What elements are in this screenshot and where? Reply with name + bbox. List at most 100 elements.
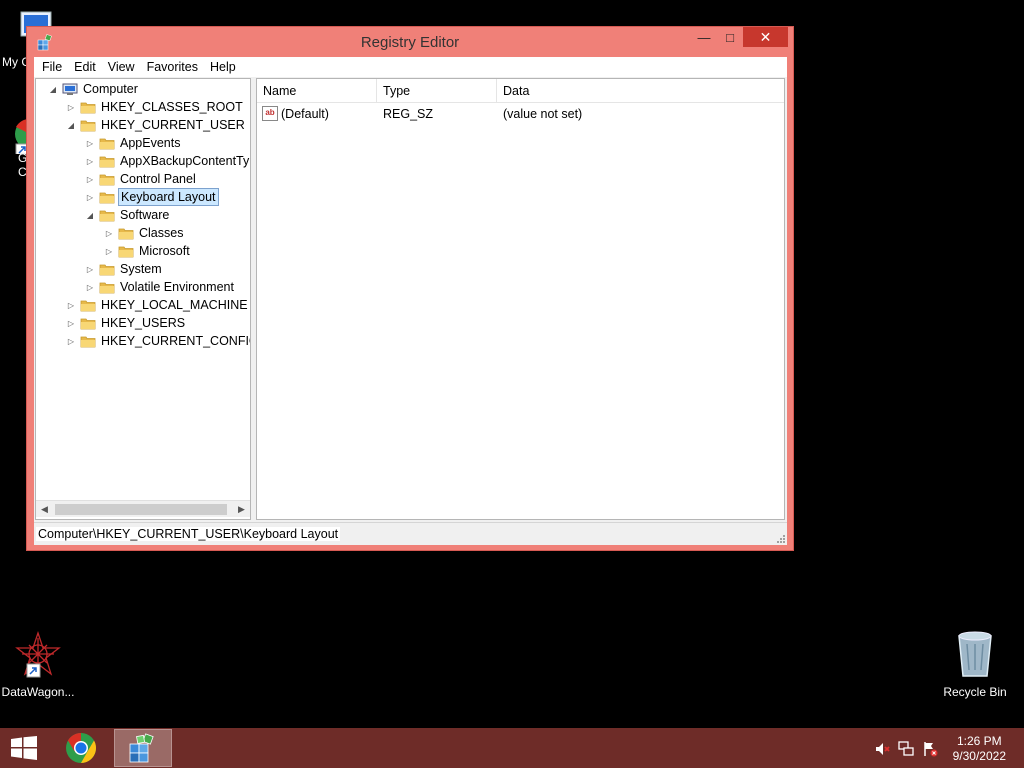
window-title: Registry Editor [360,34,460,51]
tree-node-label: AppEvents [120,136,181,150]
tree-node-label: Classes [139,226,184,240]
folder-icon [99,156,115,167]
expand-arrow-icon[interactable]: ▷ [66,319,76,328]
folder-icon [80,336,96,347]
expand-arrow-icon[interactable]: ▷ [104,247,114,256]
folder-icon [80,318,96,329]
folder-icon [80,120,96,131]
expand-arrow-icon[interactable]: ▷ [85,265,95,274]
tree-node[interactable]: ▷ HKEY_USERS [66,314,187,332]
taskbar-chrome-button[interactable] [52,729,110,767]
collapse-arrow-icon[interactable]: ◢ [48,85,58,94]
menu-view[interactable]: View [102,57,141,77]
minimize-button[interactable]: — [691,27,717,47]
scroll-left-arrow-icon[interactable]: ◀ [36,501,53,518]
folder-icon [118,228,134,239]
desktop-icon-label: DataWagon... [1,685,75,699]
expand-arrow-icon[interactable]: ▷ [85,157,95,166]
menu-edit[interactable]: Edit [68,57,102,77]
computer-icon [62,83,78,95]
tree-node[interactable]: ▷ Classes [104,224,185,242]
network-icon[interactable] [898,741,914,757]
tree-node[interactable]: ▷ AppXBackupContentTyp [85,152,251,170]
folder-icon [99,192,115,203]
scroll-right-arrow-icon[interactable]: ▶ [233,501,250,518]
close-button[interactable]: ✕ [743,27,788,47]
tree-node[interactable]: ▷ AppEvents [85,134,182,152]
action-center-flag-icon[interactable] [922,741,938,757]
menu-file[interactable]: File [36,57,68,77]
tree-node-label: Computer [83,82,138,96]
folder-icon [80,102,96,113]
tree-node[interactable]: ▷ HKEY_LOCAL_MACHINE [66,296,250,314]
folder-icon [99,210,115,221]
tree-node[interactable]: ▷ Control Panel [85,170,198,188]
tree-node[interactable]: ▷ HKEY_CLASSES_ROOT [66,98,245,116]
datawagon-icon [15,630,61,678]
tree-node[interactable]: ◢ Computer [48,80,140,98]
tree-node-label: HKEY_CLASSES_ROOT [101,100,243,114]
values-list[interactable]: Name Type Data ab (Default) REG_SZ (valu… [256,78,785,520]
desktop-icon-datawagon[interactable]: DataWagon... [0,630,76,699]
title-bar[interactable]: Registry Editor — □ ✕ [27,27,793,57]
menu-favorites[interactable]: Favorites [141,57,204,77]
tree-node-label: AppXBackupContentTyp [120,154,251,168]
resize-grip-icon[interactable] [775,533,785,543]
menu-bar: File Edit View Favorites Help [34,57,787,77]
tree-node-label: Microsoft [139,244,190,258]
expand-arrow-icon[interactable]: ▷ [85,283,95,292]
scrollbar-thumb[interactable] [55,504,227,515]
folder-icon [118,246,134,257]
tree-node-label: Software [120,208,170,222]
column-header-type[interactable]: Type [377,79,497,103]
taskbar: 1:26 PM 9/30/2022 [0,728,1024,768]
expand-arrow-icon[interactable]: ▷ [85,175,95,184]
folder-icon [80,300,96,311]
tree-node[interactable]: ◢ Software [85,206,171,224]
tree-node[interactable]: ▷ Keyboard Layout [85,188,219,206]
windows-start-icon[interactable] [10,736,38,760]
folder-icon [99,282,115,293]
status-bar: Computer\HKEY_CURRENT_USER\Keyboard Layo… [34,522,787,545]
expand-arrow-icon[interactable]: ▷ [66,301,76,310]
regedit-icon [129,733,154,763]
registry-editor-window: Registry Editor — □ ✕ File Edit View Fav… [26,26,794,551]
folder-icon [99,174,115,185]
registry-tree[interactable]: ◢ Computer ▷ HKEY_CLASSES_ROOT ◢ HKEY_CURRENT… [35,78,251,520]
tree-node-label: HKEY_LOCAL_MACHINE [101,298,248,312]
taskbar-clock[interactable]: 1:26 PM 9/30/2022 [953,734,1006,764]
chrome-icon [66,733,97,763]
maximize-button[interactable]: □ [717,27,743,47]
value-row[interactable]: ab (Default) REG_SZ (value not set) [257,104,784,124]
expand-arrow-icon[interactable]: ▷ [66,337,76,346]
tree-node[interactable]: ◢ HKEY_CURRENT_USER [66,116,247,134]
tree-node-label: System [120,262,162,276]
clock-date: 9/30/2022 [952,749,1006,763]
taskbar-regedit-button[interactable] [114,729,172,767]
collapse-arrow-icon[interactable]: ◢ [66,121,76,130]
tree-node-label: Keyboard Layout [118,188,219,206]
expand-arrow-icon[interactable]: ▷ [66,103,76,112]
tree-node[interactable]: ▷ HKEY_CURRENT_CONFIG [66,332,250,350]
tree-node[interactable]: ▷ System [85,260,164,278]
desktop-icon-label: Recycle Bin [943,685,1007,699]
clock-time: 1:26 PM [956,734,1002,748]
status-path: Computer\HKEY_CURRENT_USER\Keyboard Layo… [36,527,341,541]
expand-arrow-icon[interactable]: ▷ [85,139,95,148]
string-value-icon: ab [262,106,278,121]
volume-muted-icon[interactable] [874,741,890,757]
recycle-bin-icon [958,631,992,677]
tree-node[interactable]: ▷ Volatile Environment [85,278,236,296]
column-header-name[interactable]: Name [257,79,377,103]
desktop-icon-recycle-bin[interactable]: Recycle Bin [937,630,1013,699]
column-header-data[interactable]: Data [497,79,784,103]
folder-icon [99,264,115,275]
tree-node[interactable]: ▷ Microsoft [104,242,192,260]
menu-help[interactable]: Help [204,57,242,77]
value-name: (Default) [281,107,329,121]
value-type: REG_SZ [383,107,434,121]
expand-arrow-icon[interactable]: ▷ [104,229,114,238]
horizontal-scrollbar[interactable]: ◀ ▶ [36,500,250,517]
collapse-arrow-icon[interactable]: ◢ [85,211,95,220]
expand-arrow-icon[interactable]: ▷ [85,193,95,202]
